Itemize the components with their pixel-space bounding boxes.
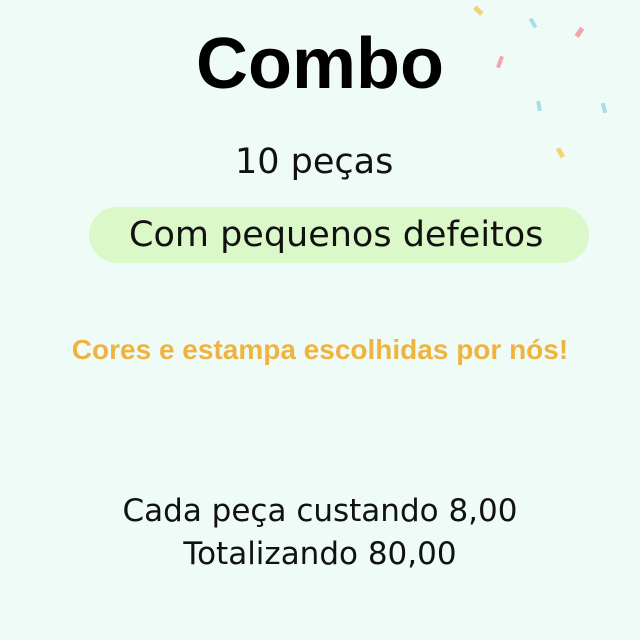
confetti-piece [555,147,566,159]
condition-badge-label: Com pequenos defeitos [129,215,544,255]
total-price-line: Totalizando 80,00 [183,536,457,572]
selection-note: Cores e estampa escolhidas por nós! [71,334,569,365]
page-title: Combo [196,24,444,104]
price-block: Cada peça custando 8,00 Totalizando 80,0… [0,490,640,576]
confetti-piece [473,5,484,16]
condition-badge: Com pequenos defeitos [89,207,589,263]
unit-price-line: Cada peça custando 8,00 [122,493,518,529]
quantity-label: 10 peças [235,142,394,182]
